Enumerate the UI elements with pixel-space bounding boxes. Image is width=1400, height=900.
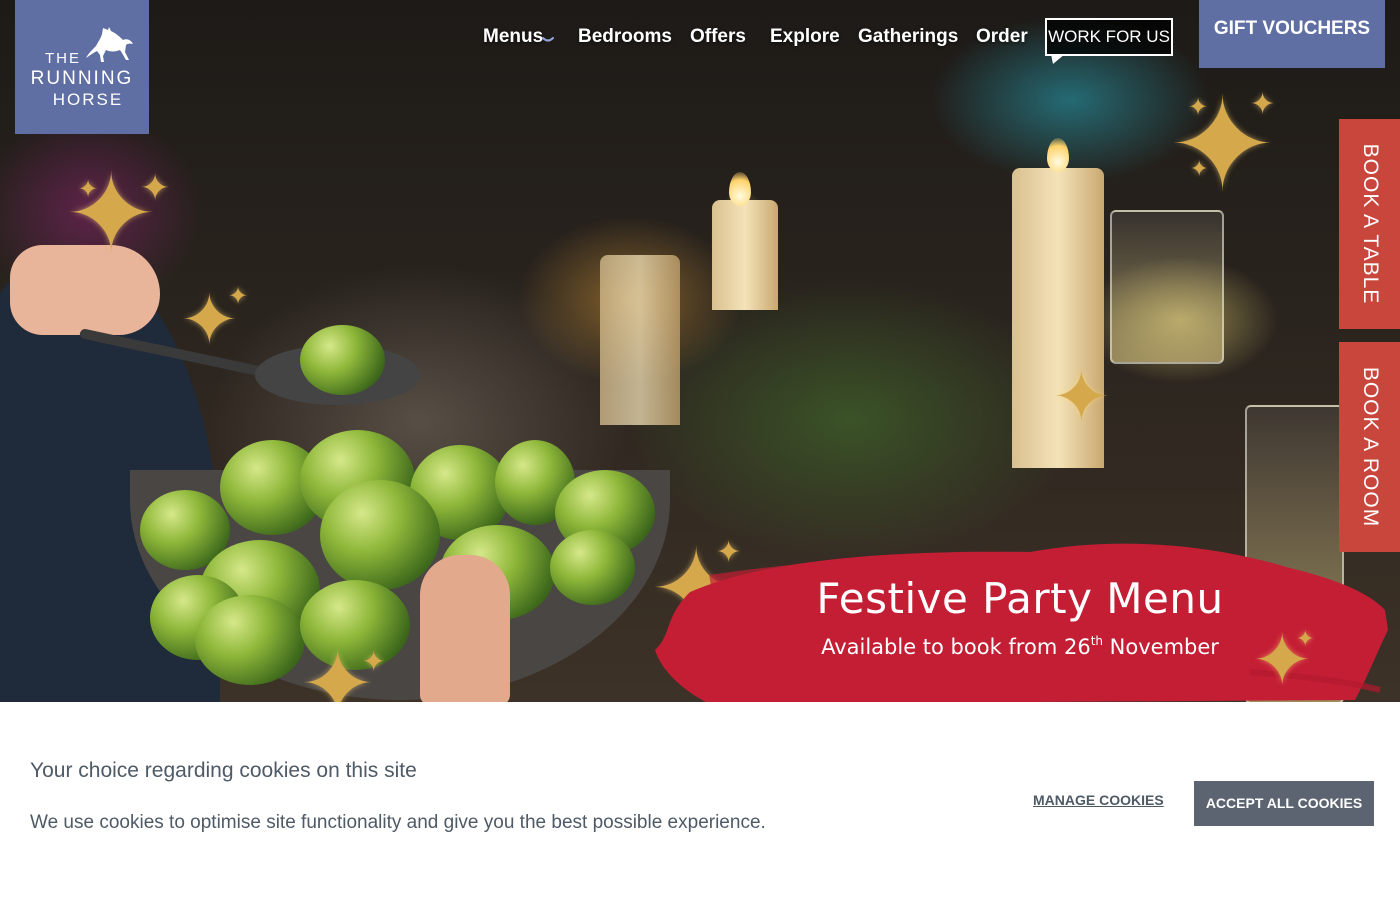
work-for-us-button[interactable]: WORK FOR US	[1045, 18, 1173, 56]
banner-subtitle: Available to book from 26th November	[821, 634, 1219, 659]
sprout	[300, 325, 385, 395]
candle	[1012, 168, 1104, 468]
nav-explore[interactable]: Explore	[770, 26, 840, 48]
speech-bubble-tail-icon	[1051, 54, 1065, 64]
nav-gatherings[interactable]: Gatherings	[858, 26, 958, 48]
book-a-table-tab[interactable]: BOOK A TABLE	[1339, 119, 1400, 329]
gift-vouchers-button[interactable]: GIFT VOUCHERS	[1199, 0, 1385, 68]
candle	[600, 255, 680, 425]
sparkle-icon: ✦	[180, 281, 239, 359]
sparkle-icon: ✦	[228, 283, 249, 310]
sparkle-icon: ✦	[1190, 156, 1209, 181]
sprout	[300, 580, 410, 670]
sparkle-icon: ✦	[1168, 72, 1277, 218]
nav-order[interactable]: Order	[976, 26, 1028, 48]
candle-flame	[1047, 138, 1069, 172]
cookie-title: Your choice regarding cookies on this si…	[30, 759, 417, 782]
hand	[420, 555, 510, 702]
book-a-table-label: BOOK A TABLE	[1358, 143, 1382, 305]
cookie-banner: Your choice regarding cookies on this si…	[0, 702, 1400, 900]
manage-cookies-link[interactable]: MANAGE COOKIES	[1033, 792, 1164, 808]
hand	[10, 245, 160, 335]
chevron-down-icon[interactable]	[541, 32, 555, 46]
cookie-description: We use cookies to optimise site function…	[30, 812, 766, 833]
sprout	[320, 480, 440, 590]
logo-text-running: RUNNING	[30, 68, 134, 89]
nav-offers[interactable]: Offers	[690, 26, 746, 48]
candle-flame	[729, 172, 751, 206]
sprout	[550, 530, 635, 605]
book-a-room-tab[interactable]: BOOK A ROOM	[1339, 342, 1400, 552]
festive-banner[interactable]: Festive Party Menu Available to book fro…	[650, 522, 1390, 702]
banner-title: Festive Party Menu	[816, 574, 1224, 623]
logo-text-the: THE	[45, 50, 81, 67]
horse-icon	[86, 27, 133, 62]
hero-image: ✦ ✦ ✦ ✦ ✦ ✦ ✦ ✦ ✦ ✦ ✦ ✦ ✦ ✦ Festive Part…	[0, 0, 1400, 702]
accept-all-cookies-button[interactable]: ACCEPT ALL COOKIES	[1194, 781, 1374, 826]
site-logo[interactable]: THE RUNNING HORSE	[15, 0, 149, 134]
candle	[712, 200, 778, 310]
sparkle-icon: ✦	[1250, 88, 1276, 121]
wine-glass	[1110, 210, 1224, 364]
logo-text-horse: HORSE	[52, 90, 124, 109]
nav-bedrooms[interactable]: Bedrooms	[578, 26, 672, 48]
sparkle-icon: ✦	[1188, 94, 1209, 121]
sparkle-icon: ✦	[140, 167, 171, 208]
nav-menus[interactable]: Menus	[483, 26, 543, 48]
sprout	[195, 595, 305, 685]
sparkle-icon: ✦	[78, 176, 99, 203]
book-a-room-label: BOOK A ROOM	[1358, 366, 1382, 528]
